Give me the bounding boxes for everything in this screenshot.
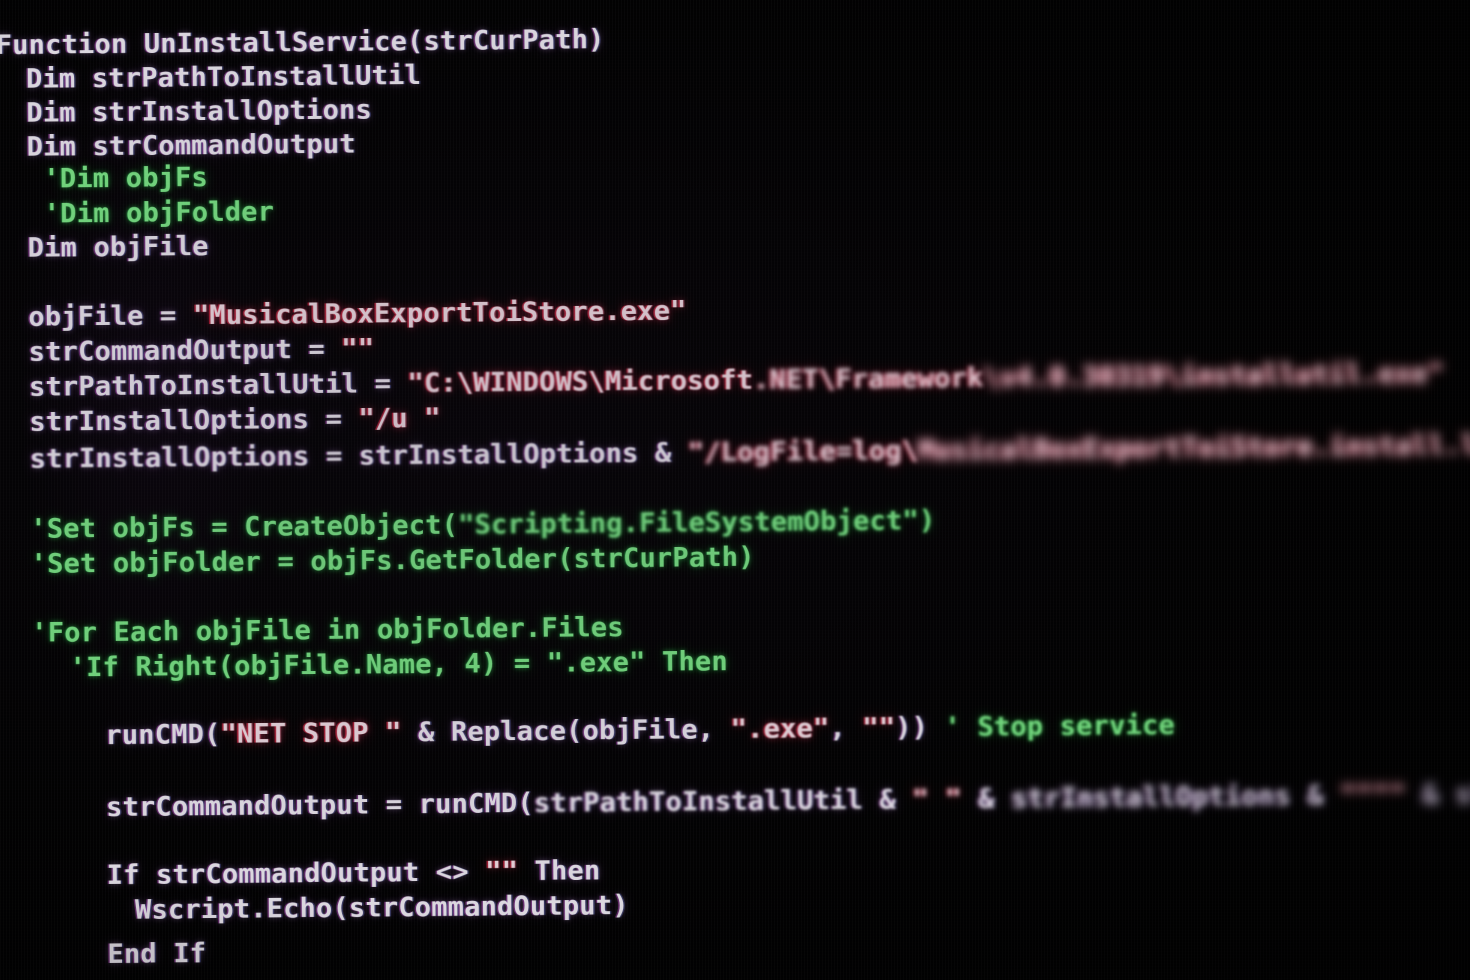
code-line[interactable]: 'For Each objFile in objFolder.Files — [31, 612, 624, 649]
code-token-string: ".exe" — [730, 713, 830, 745]
code-line[interactable]: Wscript.Echo(strCommandOutput) — [134, 889, 629, 926]
code-line[interactable]: runCMD("NET STOP " & Replace(objFile, ".… — [105, 709, 1176, 751]
code-line[interactable]: objFile = "MusicalBoxExportToiStore.exe" — [28, 295, 687, 333]
code-token-code: objFile = — [28, 300, 194, 333]
code-token-comment: 'Set objFolder = objFs.GetFolder(strCurP… — [30, 541, 755, 580]
code-line[interactable]: Function UnInstallService(strCurPath) — [0, 24, 605, 62]
code-token-comment: 'For Each objFile in objFolder.Files — [31, 612, 624, 649]
code-token-string: " " — [912, 783, 962, 816]
code-token-code: strInstallOptions = strInstallOptions & — [29, 437, 689, 475]
code-line[interactable]: 'Set objFolder = objFs.GetFolder(strCurP… — [30, 541, 755, 580]
code-token-string: .NET\Framework — [752, 362, 984, 396]
code-line[interactable]: 'Dim objFs — [26, 161, 209, 195]
code-token-code: strCurPath — [1455, 777, 1470, 811]
code-token-code: strInstallOptions — [1010, 780, 1291, 815]
code-line[interactable]: strInstallOptions = "/u " — [29, 402, 441, 438]
code-token-string: "/u " — [358, 402, 441, 435]
code-token-code: Function UnInstallService(strCurPath) — [0, 24, 605, 62]
code-token-code: & — [961, 783, 1012, 815]
code-line[interactable]: Dim strCommandOutput — [26, 128, 356, 163]
code-line[interactable]: strPathToInstallUtil = "C:\WINDOWS\Micro… — [28, 358, 1445, 403]
code-line[interactable]: Dim strPathToInstallUtil — [25, 59, 422, 95]
code-token-string: "NET STOP " — [220, 717, 402, 750]
code-token-comment: "Scripting.FileSystemObject" — [458, 505, 920, 541]
code-token-string: "" — [341, 333, 375, 365]
code-line[interactable]: Dim objFile — [27, 230, 209, 264]
code-token-code: strPathToInstallUtil — [533, 784, 864, 819]
code-line[interactable]: If strCommandOutput <> "" Then — [106, 855, 601, 891]
code-token-code: )) — [895, 711, 945, 744]
code-token-code: & — [1290, 780, 1341, 812]
code-token-code: strCommandOutput = runCMD( — [105, 787, 535, 823]
code-token-code: runCMD( — [105, 718, 221, 751]
code-token-code: Dim strInstallOptions — [26, 94, 373, 129]
code-token-code: strCommandOutput = — [28, 333, 342, 368]
code-token-code: Then — [517, 855, 601, 888]
code-token-string: "/LogFile=log\ — [687, 435, 919, 469]
code-token-code: Dim objFile — [27, 230, 209, 264]
code-editor-surface[interactable]: Function UnInstallService(strCurPath) Dim… — [0, 0, 1470, 980]
code-token-code: Wscript.Echo(strCommandOutput) — [134, 889, 629, 926]
code-token-string: """" — [1340, 779, 1407, 812]
code-token-comment: 'If Right(objFile.Name, 4) = ".exe" Then — [69, 646, 729, 684]
code-token-string: "" — [485, 856, 519, 888]
code-token-comment: 'Dim objFolder — [27, 196, 275, 230]
code-token-code: If strCommandOutput <> — [106, 856, 486, 891]
code-token-code: Dim strPathToInstallUtil — [25, 59, 422, 95]
code-line[interactable]: End If — [107, 938, 207, 970]
code-token-code: & — [1405, 779, 1456, 811]
code-token-string: "" — [862, 712, 896, 744]
code-token-comment: ' Stop service — [944, 709, 1176, 743]
code-token-string: "MusicalBoxExportToiStore.exe" — [192, 295, 687, 332]
code-line[interactable]: 'Set objFs = CreateObject("Scripting.Fil… — [30, 505, 936, 545]
code-token-code: , — [829, 712, 863, 745]
code-token-code: strInstallOptions = — [29, 403, 359, 438]
code-line[interactable]: 'If Right(objFile.Name, 4) = ".exe" Then — [69, 646, 729, 684]
code-token-code: Dim strCommandOutput — [26, 128, 356, 163]
code-token-code: End If — [107, 938, 207, 970]
code-line[interactable]: 'Dim objFolder — [27, 196, 275, 230]
code-token-code: strPathToInstallUtil = — [28, 368, 408, 403]
code-token-comment: 'Dim objFs — [26, 161, 209, 195]
code-line[interactable]: strCommandOutput = runCMD(strPathToInsta… — [105, 777, 1470, 823]
code-token-comment: ) — [918, 505, 936, 537]
code-token-string: "C:\WINDOWS\Microsoft — [407, 364, 754, 400]
code-line[interactable]: strCommandOutput = "" — [28, 333, 375, 368]
code-token-code: & — [862, 784, 913, 816]
code-token-string: \v4.0.30319\installutil.exe" — [983, 358, 1445, 394]
code-token-comment: 'Set objFs = CreateObject( — [30, 509, 459, 545]
code-token-string: MusicalBoxExportToiStore.install.log " — [918, 429, 1470, 467]
code-line[interactable]: Dim strInstallOptions — [26, 94, 373, 129]
monitor-photo: Function UnInstallService(strCurPath) Dim… — [0, 0, 1470, 980]
code-line[interactable]: strInstallOptions = strInstallOptions & … — [29, 429, 1470, 475]
code-token-code: & Replace(objFile, — [401, 713, 731, 749]
